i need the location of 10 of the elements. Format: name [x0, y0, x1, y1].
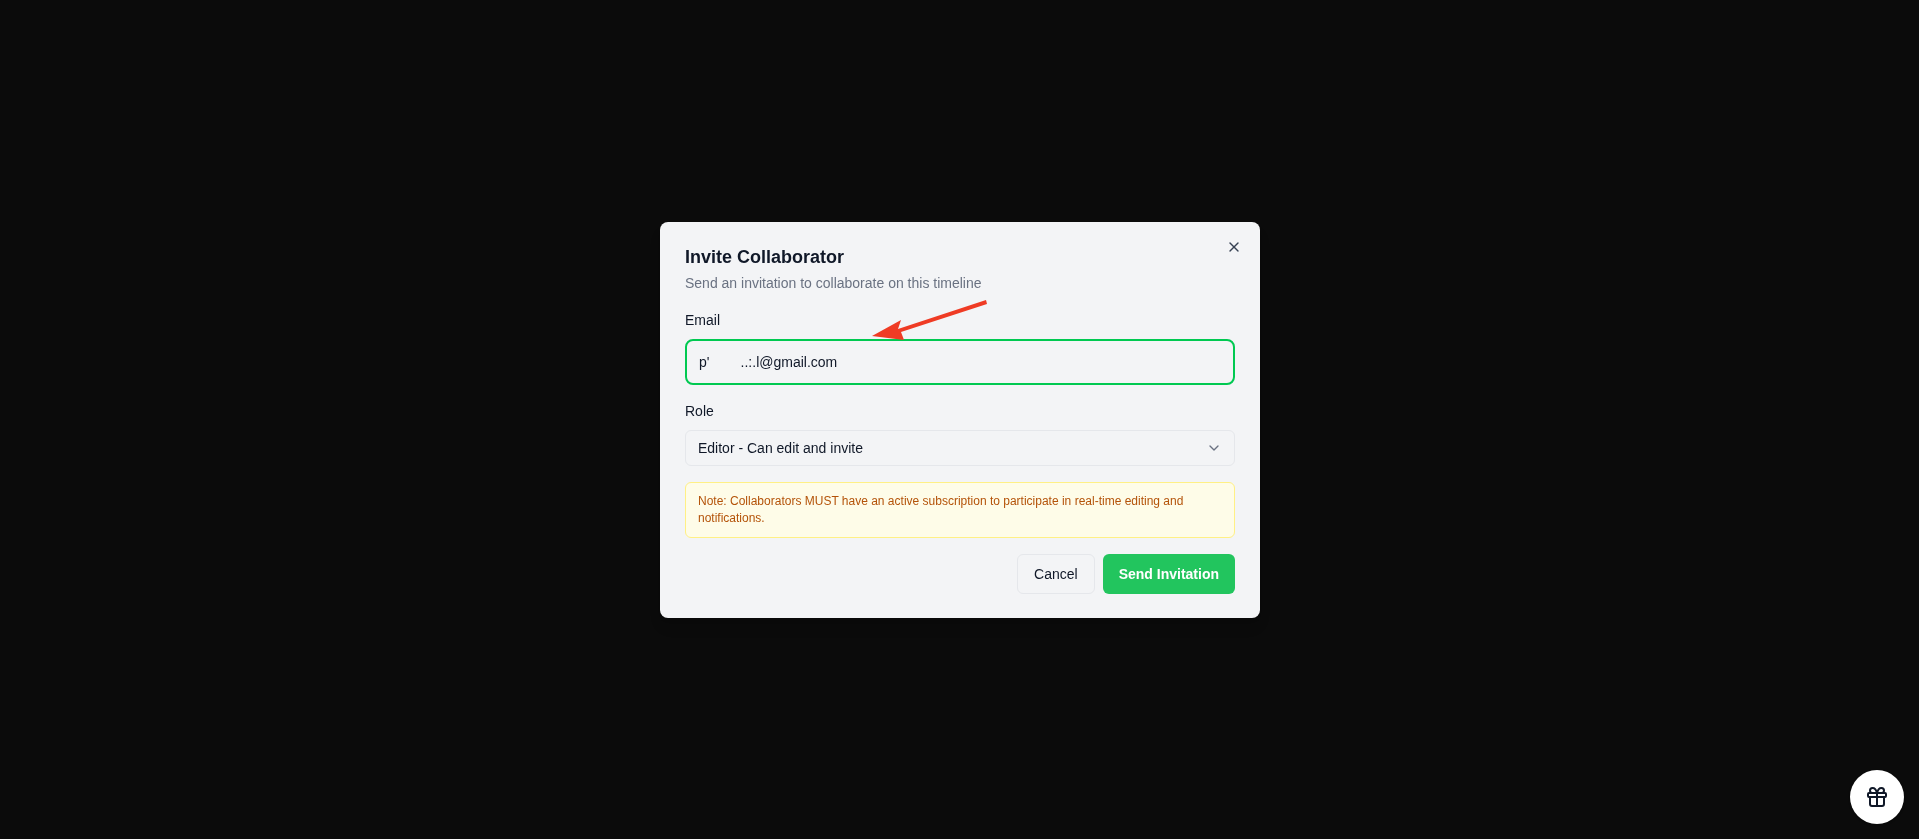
email-label: Email [685, 311, 721, 330]
gift-button[interactable] [1850, 770, 1904, 824]
dialog-subtitle: Send an invitation to collaborate on this timeline [685, 274, 983, 293]
role-label: Role [685, 402, 715, 421]
note-banner: Note: Collaborators MUST have an active subscription to participate in real-time editing and notifications. [685, 482, 1235, 538]
dialog-title: Invite Collaborator [685, 246, 846, 269]
gift-icon [1865, 785, 1889, 809]
email-field[interactable]: p' ..:.l@gmail.com [685, 339, 1235, 385]
cancel-button[interactable]: Cancel [1017, 554, 1095, 594]
role-select[interactable]: Editor - Can edit and invite [685, 430, 1235, 466]
